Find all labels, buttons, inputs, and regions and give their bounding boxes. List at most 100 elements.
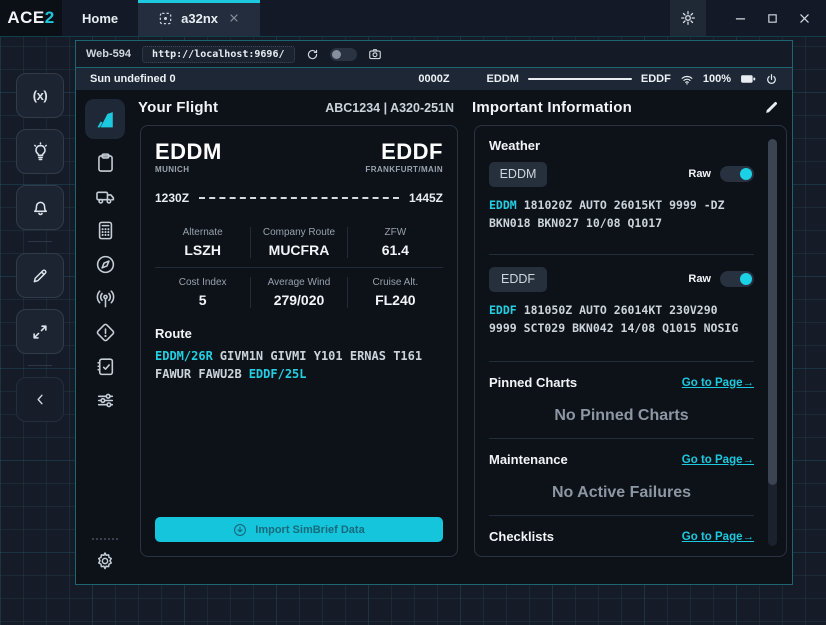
nav-atc-button[interactable]	[95, 288, 116, 309]
weather-station-row: EDDF Raw	[489, 267, 754, 292]
divider	[489, 438, 754, 439]
nav-presets-button[interactable]	[95, 390, 116, 411]
route-progress-line	[528, 78, 632, 80]
maintenance-section: Maintenance Go to Page→	[489, 452, 754, 467]
toggle-knob	[740, 168, 752, 180]
collapse-toolbar-button[interactable]	[16, 377, 64, 422]
gear-icon	[680, 10, 696, 26]
your-flight-panel: Your Flight ABC1234 | A320-251N EDDM MUN…	[134, 90, 458, 584]
efb-nav-rail	[76, 90, 134, 584]
tab-home[interactable]: Home	[62, 0, 138, 36]
aircraft-target-icon	[158, 11, 173, 26]
sim-time: Sun undefined 0	[90, 73, 176, 85]
your-flight-header: Your Flight ABC1234 | A320-251N	[134, 95, 458, 120]
app-logo: ACE2	[0, 0, 62, 36]
stat-average-wind: Average Wind 279/020	[250, 277, 347, 308]
your-flight-title: Your Flight	[138, 99, 218, 116]
nav-ground-button[interactable]	[95, 186, 116, 207]
weather-label: Weather	[489, 138, 754, 153]
title-bar: ACE2 Home a32nx	[0, 0, 826, 37]
station-input-eddf[interactable]: EDDF	[489, 267, 547, 292]
battery-icon	[740, 73, 756, 85]
clipboard-icon	[95, 152, 116, 173]
nav-performance-button[interactable]	[95, 220, 116, 241]
maintenance-empty: No Active Failures	[489, 484, 754, 502]
app-settings-button[interactable]	[670, 0, 706, 36]
toggle-knob	[332, 50, 341, 59]
edit-layout-button[interactable]	[764, 100, 779, 115]
nav-failures-button[interactable]	[95, 322, 116, 343]
tab-a32nx-label: a32nx	[181, 11, 218, 26]
toolbar-divider	[28, 241, 52, 242]
checklists-label: Checklists	[489, 529, 554, 544]
close-tab-icon[interactable]	[228, 12, 240, 24]
debug-toolbar: (x)	[15, 73, 65, 422]
logo-accent: 2	[45, 8, 55, 28]
flight-progress-dashes	[199, 197, 399, 199]
stat-cruise-alt: Cruise Alt. FL240	[348, 277, 443, 308]
power-icon	[765, 73, 778, 86]
minimize-button[interactable]	[724, 0, 756, 36]
scrollbar-thumb[interactable]	[768, 139, 777, 485]
efb-status-bar: Sun undefined 0 0000Z EDDM EDDF 100%	[76, 68, 792, 90]
compass-icon	[95, 254, 116, 275]
truck-icon	[95, 186, 116, 207]
devtools-toggle[interactable]	[330, 48, 357, 61]
pencil-icon	[31, 267, 49, 285]
raw-toggle[interactable]	[720, 166, 754, 182]
wifi-icon	[680, 73, 694, 86]
logo-text: ACE	[7, 8, 44, 28]
toggle-knob	[740, 273, 752, 285]
maintenance-label: Maintenance	[489, 452, 568, 467]
chevron-left-icon	[33, 392, 48, 407]
station-input-eddm[interactable]: EDDM	[489, 162, 547, 187]
raw-toggle[interactable]	[720, 271, 754, 287]
maintenance-goto-link[interactable]: Go to Page→	[682, 454, 754, 466]
stats-row: Cost Index 5 Average Wind 279/020 Cruise…	[155, 267, 443, 317]
tab-a32nx[interactable]: a32nx	[138, 0, 260, 36]
import-simbrief-button[interactable]: Import SimBrief Data	[155, 517, 443, 542]
expand-button[interactable]	[16, 309, 64, 354]
nav-settings-button[interactable]	[95, 551, 115, 571]
airports-row: EDDM MUNICH EDDF FRANKFURT/MAIN	[155, 140, 443, 174]
edit-button[interactable]	[16, 253, 64, 298]
stats-row: Alternate LSZH Company Route MUCFRA ZFW …	[155, 218, 443, 267]
route-arrival: EDDF/25L	[249, 367, 307, 381]
nav-dashboard-active[interactable]	[85, 99, 125, 139]
minimize-icon	[734, 12, 747, 25]
browser-bar: Web-594 http://localhost:9696/	[76, 41, 792, 68]
url-field[interactable]: http://localhost:9696/	[142, 46, 294, 63]
nav-checklists-button[interactable]	[95, 356, 116, 377]
nav-dispatch-button[interactable]	[95, 152, 116, 173]
pencil-icon	[764, 100, 779, 115]
refresh-button[interactable]	[306, 48, 319, 61]
pinned-charts-label: Pinned Charts	[489, 375, 577, 390]
notifications-button[interactable]	[16, 185, 64, 230]
efb-content: Your Flight ABC1234 | A320-251N EDDM MUN…	[76, 90, 792, 584]
metar-eddm: EDDM181020Z AUTO 26015KT 9999 -DZ BKN018…	[489, 196, 746, 233]
destination-city: FRANKFURT/MAIN	[365, 165, 443, 174]
checklists-goto-link[interactable]: Go to Page→	[682, 531, 754, 543]
variables-button[interactable]: (x)	[16, 73, 64, 118]
screenshot-button[interactable]	[368, 47, 382, 61]
pinned-charts-goto-link[interactable]: Go to Page→	[682, 377, 754, 389]
expand-icon	[31, 323, 49, 341]
metar-text: 181050Z AUTO 26014KT 230V290 9999 SCT029…	[489, 303, 738, 336]
close-icon	[798, 12, 811, 25]
import-simbrief-label: Import SimBrief Data	[255, 524, 364, 536]
rail-divider	[92, 538, 118, 540]
power-button[interactable]	[765, 73, 778, 86]
ideas-button[interactable]	[16, 129, 64, 174]
status-destination: EDDF	[641, 73, 671, 85]
route-label: Route	[155, 326, 443, 341]
status-route: EDDM EDDF 100%	[487, 73, 778, 86]
times-row: 1230Z 1445Z	[155, 191, 443, 205]
pinned-charts-section: Pinned Charts Go to Page→	[489, 375, 754, 390]
nav-navigation-button[interactable]	[95, 254, 116, 275]
scrollbar-track[interactable]	[768, 139, 777, 547]
raw-toggle-group: Raw	[688, 166, 754, 182]
close-window-button[interactable]	[788, 0, 820, 36]
destination-airport: EDDF FRANKFURT/MAIN	[365, 140, 443, 174]
maximize-button[interactable]	[756, 0, 788, 36]
checklists-section: Checklists Go to Page→	[489, 529, 754, 544]
